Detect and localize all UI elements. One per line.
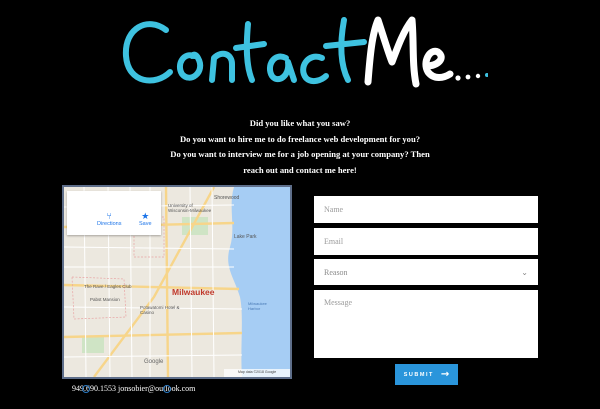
intro-line-1: Did you like what you saw? — [249, 118, 351, 128]
map-place-label: Potawatomi Hotel & Casino — [140, 305, 180, 315]
map-water-label: Milwaukee Harbor — [248, 301, 267, 311]
save-label: Save — [139, 221, 152, 227]
submit-label: SUBMIT — [403, 371, 434, 378]
me-word — [364, 16, 454, 88]
intro-line-4: reach out and contact me here! — [243, 164, 357, 175]
map-place-label: University of Wisconsin-Milwaukee — [168, 203, 212, 213]
phone-dot-icon — [82, 385, 90, 393]
reason-placeholder: Reason — [324, 267, 348, 277]
map-place-label: Lake Park — [234, 234, 257, 240]
save-button[interactable]: ★ Save — [139, 211, 152, 228]
ellipsis-dot-blue — [485, 73, 489, 77]
intro-text: Did you like what you saw? Do you want t… — [150, 116, 450, 178]
directions-button[interactable]: ⑂ Directions — [97, 211, 122, 228]
email-address: jonsobier@outlook.com — [118, 384, 196, 393]
submit-button[interactable]: SUBMIT → — [395, 364, 458, 385]
directions-label: Directions — [97, 221, 122, 227]
map-city-label: Milwaukee — [172, 287, 215, 297]
contact-me-title — [118, 6, 489, 98]
message-textarea[interactable] — [314, 290, 538, 358]
contact-word — [122, 17, 367, 85]
intro-line-3: Do you want to interview me for a job op… — [170, 149, 430, 159]
star-icon: ★ — [141, 211, 150, 221]
contact-info: 949.690.1553 jonsobier@outlook.com — [72, 384, 195, 393]
map-place-label: The Rave / Eagles Club — [84, 284, 132, 289]
contact-me-handwriting — [122, 16, 489, 88]
directions-icon: ⑂ — [106, 211, 112, 221]
email-dot-icon — [163, 385, 171, 393]
map-place-label: Shorewood — [214, 195, 240, 201]
map-attribution: Map data ©2018 Google — [238, 370, 277, 374]
google-logo: Google — [144, 359, 164, 365]
reason-select[interactable]: Reason ⌄ — [314, 259, 538, 285]
google-map[interactable]: ⑂ Directions ★ Save Milwaukee Shorewood … — [62, 185, 292, 379]
chevron-down-icon: ⌄ — [521, 267, 528, 277]
name-input[interactable] — [314, 196, 538, 223]
arrow-right-icon: → — [440, 369, 450, 380]
map-place-card: ⑂ Directions ★ Save — [67, 191, 161, 235]
ellipsis-dots — [455, 73, 481, 81]
phone-number: 949.690.1553 — [72, 384, 116, 393]
email-input[interactable] — [314, 228, 538, 255]
map-place-label: Pabst Mansion — [90, 297, 120, 302]
intro-line-2: Do you want to hire me to do freelance w… — [179, 133, 421, 144]
